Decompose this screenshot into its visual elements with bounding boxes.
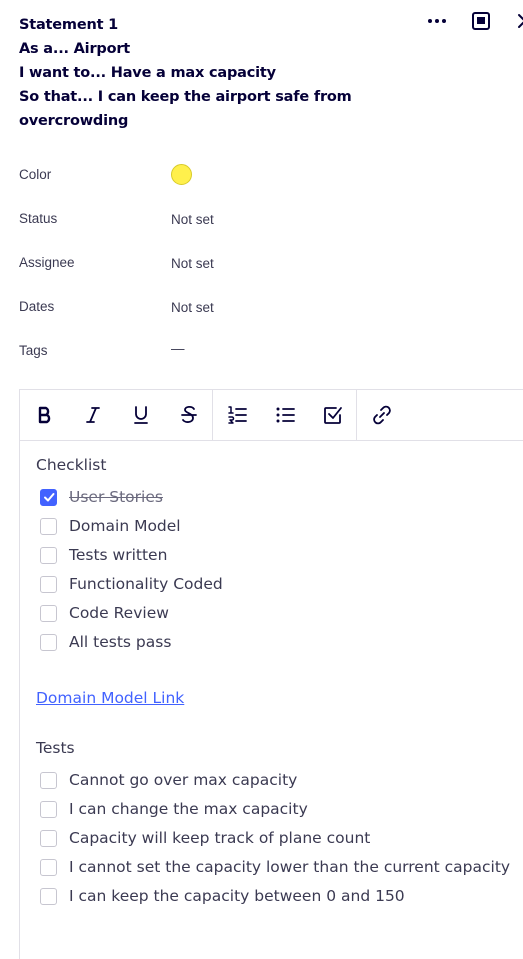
strikethrough-button[interactable] — [176, 402, 202, 428]
more-options-button[interactable] — [422, 8, 452, 34]
italic-icon — [86, 407, 100, 423]
title-line-4: So that... I can keep the airport safe f… — [19, 89, 352, 105]
checklist-item-label[interactable]: I cannot set the capacity lower than the… — [69, 858, 510, 876]
title-line-3: I want to... Have a max capacity — [19, 65, 276, 81]
checklist-item-label[interactable]: User Stories — [69, 488, 163, 506]
numbered-list-button[interactable] — [224, 402, 250, 428]
checkmark-icon — [43, 493, 54, 502]
checklist-item-label[interactable]: Domain Model — [69, 517, 181, 535]
strikethrough-icon — [181, 405, 197, 423]
tags-value[interactable]: — — [171, 341, 185, 356]
tests-heading: Tests — [36, 739, 75, 757]
checklist-item: Code Review — [40, 602, 169, 624]
color-swatch[interactable] — [171, 164, 192, 185]
bold-button[interactable] — [32, 402, 58, 428]
link-button[interactable] — [369, 402, 395, 428]
checkbox[interactable] — [40, 633, 57, 651]
expand-panel-button[interactable] — [466, 8, 496, 34]
checklist-item: User Stories — [40, 486, 163, 508]
description-editor[interactable]: Checklist User Stories Domain Model Tests … — [19, 389, 523, 959]
italic-button[interactable] — [80, 402, 106, 428]
checklist-item: All tests pass — [40, 631, 171, 653]
checklist-item-label[interactable]: Functionality Coded — [69, 575, 223, 593]
checklist-item: Tests written — [40, 544, 167, 566]
checkbox[interactable] — [40, 771, 57, 789]
title-line-1: Statement 1 — [19, 17, 119, 33]
status-value[interactable]: Not set — [171, 212, 214, 227]
checklist-item: I can keep the capacity between 0 and 15… — [40, 885, 405, 907]
more-horizontal-icon — [428, 19, 446, 23]
checkbox[interactable] — [40, 517, 57, 535]
checklist-item-label[interactable]: All tests pass — [69, 633, 171, 651]
checklist-item: Functionality Coded — [40, 573, 223, 595]
dates-label: Dates — [19, 299, 55, 314]
checkbox[interactable] — [40, 604, 57, 622]
checkbox[interactable] — [40, 887, 57, 905]
toolbar-divider — [356, 390, 357, 440]
bullet-list-icon — [276, 407, 295, 423]
toolbar-divider — [212, 390, 213, 440]
status-label: Status — [19, 211, 58, 226]
link-icon — [373, 405, 391, 425]
domain-model-link[interactable]: Domain Model Link — [36, 689, 184, 707]
checkbox[interactable] — [40, 800, 57, 818]
title-line-2: As a... Airport — [19, 41, 131, 57]
tags-label: Tags — [19, 343, 48, 358]
assignee-label: Assignee — [19, 255, 75, 270]
checklist-item-label[interactable]: Cannot go over max capacity — [69, 771, 297, 789]
checklist-item: Capacity will keep track of plane count — [40, 827, 370, 849]
checklist-button[interactable] — [320, 402, 346, 428]
checklist-item-label[interactable]: Capacity will keep track of plane count — [69, 829, 370, 847]
checkbox[interactable] — [40, 829, 57, 847]
format-toolbar — [20, 390, 523, 441]
color-label: Color — [19, 167, 52, 182]
checklist-heading: Checklist — [36, 456, 107, 474]
checkbox[interactable] — [40, 488, 57, 506]
expand-panel-icon — [472, 12, 490, 30]
bullet-list-button[interactable] — [272, 402, 298, 428]
checklist-icon — [324, 407, 342, 424]
checklist-item-label[interactable]: Code Review — [69, 604, 169, 622]
close-icon — [518, 14, 523, 28]
checklist-item: Domain Model — [40, 515, 181, 537]
checklist-item-label[interactable]: Tests written — [69, 546, 167, 564]
checklist-item-label[interactable]: I can change the max capacity — [69, 800, 308, 818]
title-line-5: overcrowding — [19, 113, 129, 129]
bold-icon — [38, 406, 51, 424]
checklist-item: Cannot go over max capacity — [40, 769, 297, 791]
checkbox[interactable] — [40, 858, 57, 876]
dates-value[interactable]: Not set — [171, 300, 214, 315]
checkbox[interactable] — [40, 575, 57, 593]
checklist-item: I can change the max capacity — [40, 798, 308, 820]
checklist-item-label[interactable]: I can keep the capacity between 0 and 15… — [69, 887, 405, 905]
underline-button[interactable] — [128, 402, 154, 428]
underline-icon — [134, 406, 148, 424]
checklist-item: I cannot set the capacity lower than the… — [40, 856, 510, 878]
numbered-list-icon — [228, 406, 247, 424]
close-button[interactable] — [510, 8, 523, 34]
card-title[interactable]: Statement 1 As a... Airport I want to...… — [19, 13, 352, 133]
checkbox[interactable] — [40, 546, 57, 564]
assignee-value[interactable]: Not set — [171, 256, 214, 271]
